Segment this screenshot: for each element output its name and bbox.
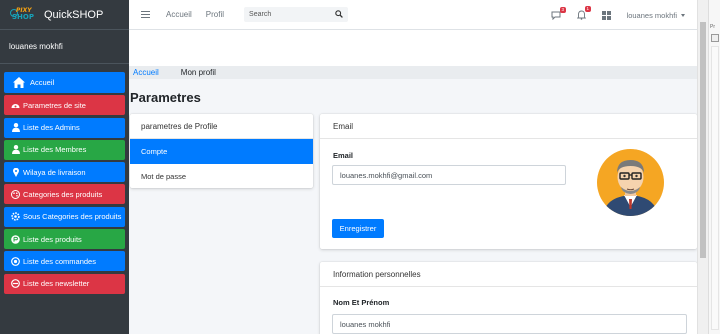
sidebar-item-categories[interactable]: Categories des produits: [4, 184, 125, 205]
nav-link-profil[interactable]: Profil: [206, 10, 224, 19]
sidebar-user-name: louanes mokhfi: [9, 42, 63, 51]
messages-badge: 3: [560, 6, 566, 13]
save-button[interactable]: Enregistrer: [332, 219, 384, 238]
list-item-compte[interactable]: Compte: [130, 139, 313, 164]
profile-list-title: parametres de Profile: [130, 114, 313, 139]
sidebar-item-label: Liste des newsletter: [23, 279, 90, 289]
apps-grid-icon[interactable]: [601, 10, 611, 20]
user-icon: [11, 123, 20, 133]
notifications-icon[interactable]: 1: [576, 6, 591, 20]
sidebar-item-label: Accueil: [30, 78, 55, 87]
sidebar-item-label: Liste des Admins: [23, 123, 80, 133]
sidebar-item-label: Wilaya de livraison: [23, 167, 86, 177]
notifications-badge: 1: [585, 6, 591, 12]
menu-toggle-icon[interactable]: [141, 9, 150, 20]
cog-icon: [11, 212, 20, 221]
navbar-right: 3 1 louanes mokhfi: [551, 0, 697, 30]
sidebar-item-label: Liste des Membres: [23, 145, 87, 155]
sidebar-item-wilaya[interactable]: Wilaya de livraison: [4, 162, 125, 183]
palette-icon: [11, 189, 20, 199]
user-dropdown[interactable]: louanes mokhfi: [627, 11, 685, 20]
search-icon[interactable]: [335, 9, 343, 20]
breadcrumb: Accueil Mon profil: [129, 66, 697, 79]
brand-name: QuickSHOP: [44, 8, 104, 21]
sidebar-item-label: Parametres de site: [23, 100, 86, 110]
name-label: Nom Et Prénom: [333, 298, 390, 307]
home-icon: [13, 77, 25, 89]
profile-settings-list: parametres de Profile Compte Mot de pass…: [130, 114, 313, 188]
circle-icon: [11, 256, 20, 266]
personal-info-card: Information personnelles Nom Et Prénom l…: [320, 262, 697, 334]
sidebar: PIXY SHOP QuickSHOP louanes mokhfi Accue…: [0, 0, 129, 334]
cancel-icon: [11, 279, 20, 289]
logo-text-bottom: SHOP: [12, 12, 34, 21]
email-card: Email Email louanes.mokhfi@gmail.com Enr…: [320, 114, 697, 249]
brand-logo: PIXY SHOP: [10, 7, 38, 23]
email-label: Email: [333, 151, 354, 160]
sidebar-item-produits[interactable]: Liste des produits: [4, 229, 125, 250]
sidebar-item-label: Liste des commandes: [23, 256, 96, 266]
breadcrumb-current: Mon profil: [180, 68, 216, 77]
list-item-mot-de-passe[interactable]: Mot de passe: [130, 164, 313, 189]
product-icon: [11, 234, 20, 244]
side-panel: Pr: [708, 0, 720, 334]
sidebar-item-sous-categories[interactable]: Sous Categories des produits: [4, 206, 125, 227]
user-panel[interactable]: louanes mokhfi: [0, 30, 129, 64]
sidebar-item-accueil[interactable]: Accueil: [4, 72, 125, 93]
email-field[interactable]: louanes.mokhfi@gmail.com: [332, 165, 566, 185]
sidebar-item-commandes[interactable]: Liste des commandes: [4, 251, 125, 272]
nav-link-accueil[interactable]: Accueil: [166, 10, 192, 19]
caret-down-icon: [681, 13, 685, 17]
sidebar-item-admins[interactable]: Liste des Admins: [4, 117, 125, 138]
navbar-user-name: louanes mokhfi: [626, 10, 677, 20]
search-input[interactable]: Search: [244, 7, 349, 22]
info-card-title: Information personnelles: [320, 262, 697, 287]
sidebar-menu: Accueil Parametres de site Liste des Adm…: [4, 72, 125, 296]
breadcrumb-home[interactable]: Accueil: [133, 68, 159, 77]
avatar: [597, 149, 664, 216]
user-icon: [11, 145, 20, 155]
email-card-title: Email: [320, 114, 697, 139]
page-scrollbar[interactable]: [697, 0, 708, 334]
sidebar-item-newsletter[interactable]: Liste des newsletter: [4, 273, 125, 294]
search-placeholder: Search: [249, 11, 272, 18]
top-navbar: Accueil Profil Search 3 1 louanes mokhfi: [129, 0, 697, 30]
sidebar-item-parametres-site[interactable]: Parametres de site: [4, 95, 125, 116]
side-panel-scrollbar[interactable]: [711, 46, 719, 330]
messages-icon[interactable]: 3: [551, 6, 566, 20]
map-marker-icon: [11, 167, 20, 177]
content-header: [129, 30, 697, 66]
side-panel-label: Pr: [710, 24, 715, 30]
sidebar-item-membres[interactable]: Liste des Membres: [4, 139, 125, 160]
name-field[interactable]: louanes mokhfi: [332, 314, 687, 334]
page-title: Parametres: [130, 90, 201, 105]
sidebar-item-label: Sous Categories des produits: [23, 212, 122, 222]
scrollbar-thumb[interactable]: [700, 22, 706, 258]
dashboard-icon: [11, 101, 20, 110]
sidebar-item-label: Liste des produits: [23, 234, 82, 244]
brand[interactable]: PIXY SHOP QuickSHOP: [0, 0, 129, 30]
sidebar-item-label: Categories des produits: [23, 189, 103, 199]
side-panel-toggle[interactable]: [711, 34, 719, 42]
